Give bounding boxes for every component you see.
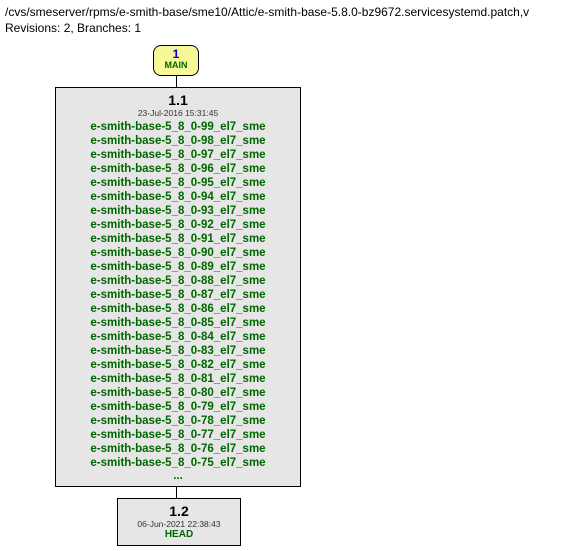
- revision-tag: e-smith-base-5_8_0-89_el7_sme: [58, 260, 298, 274]
- revision-tag: e-smith-base-5_8_0-83_el7_sme: [58, 344, 298, 358]
- revision-tag: e-smith-base-5_8_0-76_el7_sme: [58, 442, 298, 456]
- revision-tag: e-smith-base-5_8_0-86_el7_sme: [58, 302, 298, 316]
- revision-tag: e-smith-base-5_8_0-79_el7_sme: [58, 400, 298, 414]
- revision-node-1-1[interactable]: 1.1 23-Jul-2016 15:31:45 e-smith-base-5_…: [55, 87, 301, 487]
- revision-tag: e-smith-base-5_8_0-94_el7_sme: [58, 190, 298, 204]
- revision-tag: e-smith-base-5_8_0-92_el7_sme: [58, 218, 298, 232]
- revision-tag: e-smith-base-5_8_0-97_el7_sme: [58, 148, 298, 162]
- revision-version: 1.1: [58, 92, 298, 108]
- revision-tag: e-smith-base-5_8_0-93_el7_sme: [58, 204, 298, 218]
- tags-ellipsis: ...: [58, 470, 298, 482]
- revision-date: 23-Jul-2016 15:31:45: [58, 108, 298, 118]
- revision-tag: e-smith-base-5_8_0-84_el7_sme: [58, 330, 298, 344]
- revision-tag: e-smith-base-5_8_0-99_el7_sme: [58, 120, 298, 134]
- revision-tag: e-smith-base-5_8_0-80_el7_sme: [58, 386, 298, 400]
- revision-date: 06-Jun-2021 22:38:43: [120, 519, 238, 529]
- revision-tag: HEAD: [120, 529, 238, 540]
- revision-tag: e-smith-base-5_8_0-81_el7_sme: [58, 372, 298, 386]
- revision-tag: e-smith-base-5_8_0-77_el7_sme: [58, 428, 298, 442]
- revision-tag: e-smith-base-5_8_0-75_el7_sme: [58, 456, 298, 470]
- revision-tag: e-smith-base-5_8_0-90_el7_sme: [58, 246, 298, 260]
- connector-line: [176, 487, 177, 498]
- branch-node-main[interactable]: 1 MAIN: [153, 45, 199, 76]
- revision-tag: e-smith-base-5_8_0-82_el7_sme: [58, 358, 298, 372]
- branch-label: MAIN: [154, 61, 198, 71]
- revision-tag: e-smith-base-5_8_0-88_el7_sme: [58, 274, 298, 288]
- revision-tag: e-smith-base-5_8_0-85_el7_sme: [58, 316, 298, 330]
- revision-graph: 1 MAIN 1.1 23-Jul-2016 15:31:45 e-smith-…: [35, 45, 573, 546]
- revision-version: 1.2: [120, 503, 238, 519]
- revision-tag: e-smith-base-5_8_0-87_el7_sme: [58, 288, 298, 302]
- revision-tag: e-smith-base-5_8_0-96_el7_sme: [58, 162, 298, 176]
- revision-tag: e-smith-base-5_8_0-91_el7_sme: [58, 232, 298, 246]
- revisions-summary: Revisions: 2, Branches: 1: [5, 21, 573, 35]
- revision-tag: e-smith-base-5_8_0-98_el7_sme: [58, 134, 298, 148]
- revision-node-1-2[interactable]: 1.2 06-Jun-2021 22:38:43 HEAD: [117, 498, 241, 546]
- repo-path: /cvs/smeserver/rpms/e-smith-base/sme10/A…: [5, 5, 573, 19]
- revision-tag: e-smith-base-5_8_0-95_el7_sme: [58, 176, 298, 190]
- connector-line: [176, 76, 177, 87]
- revision-tag: e-smith-base-5_8_0-78_el7_sme: [58, 414, 298, 428]
